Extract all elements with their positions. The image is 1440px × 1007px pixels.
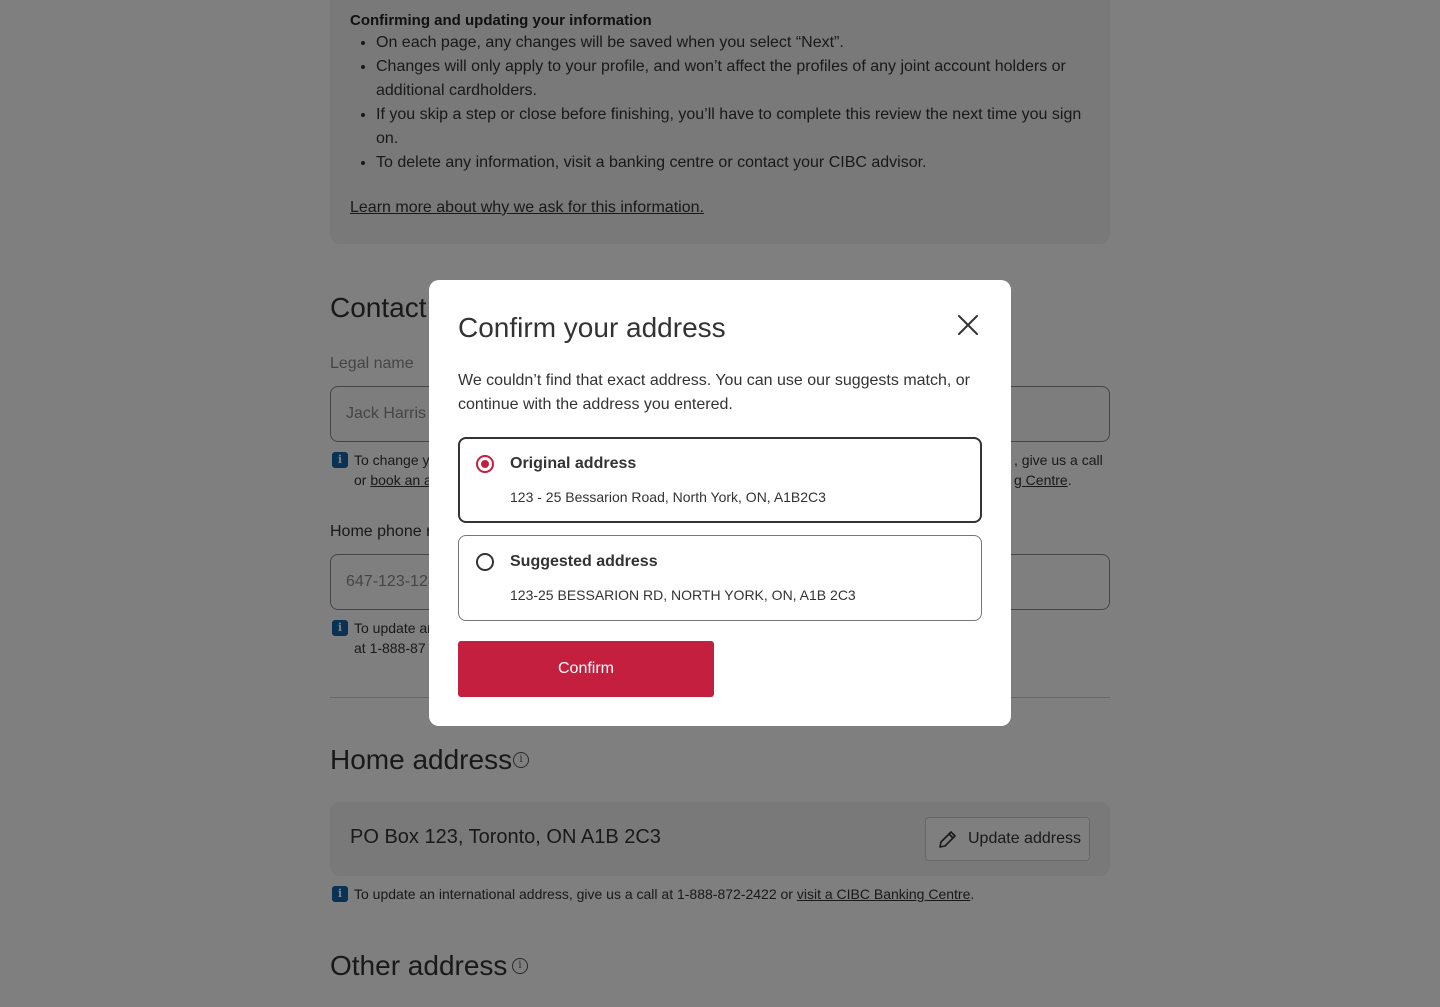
original-address-title: Original address [510, 455, 637, 472]
confirm-address-dialog: Confirm your address We couldn’t find th… [429, 280, 1011, 726]
suggested-address-option[interactable]: Suggested address 123-25 BESSARION RD, N… [458, 535, 982, 621]
original-address-radio[interactable] [476, 455, 494, 473]
confirm-button[interactable]: Confirm [458, 641, 714, 697]
suggested-address-text: 123-25 BESSARION RD, NORTH YORK, ON, A1B… [510, 587, 856, 603]
radio-selected-dot [481, 460, 489, 468]
close-icon[interactable] [953, 310, 983, 340]
suggested-address-title: Suggested address [510, 553, 658, 570]
original-address-text: 123 - 25 Bessarion Road, North York, ON,… [510, 489, 826, 505]
suggested-address-radio[interactable] [476, 553, 494, 571]
dialog-description: We couldn’t find that exact address. You… [458, 372, 971, 413]
original-address-option[interactable]: Original address 123 - 25 Bessarion Road… [458, 437, 982, 523]
dialog-title: Confirm your address [458, 312, 726, 343]
